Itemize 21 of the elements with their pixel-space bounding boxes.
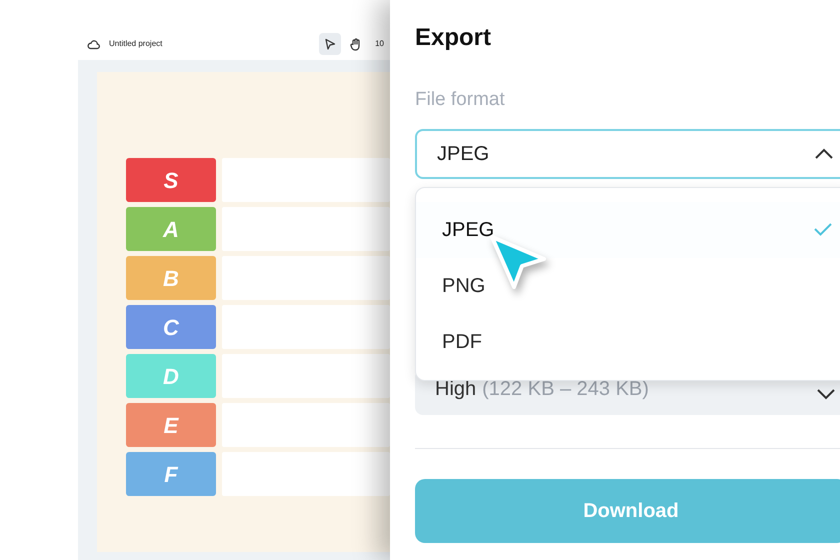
tier-label: C	[126, 305, 216, 349]
tier-label: E	[126, 403, 216, 447]
project-title: Untitled project	[109, 38, 162, 50]
panel-title: Export	[415, 24, 492, 52]
tier-label: S	[126, 158, 216, 202]
quality-size: (122 KB – 243 KB)	[482, 376, 649, 402]
tier-label: D	[126, 354, 216, 398]
tier-label: A	[126, 207, 216, 251]
pointer-icon	[324, 38, 336, 50]
hand-icon	[350, 38, 362, 50]
quality-value: High	[435, 376, 476, 402]
tool-button[interactable]	[319, 33, 342, 55]
zoom-level: 10	[375, 38, 384, 50]
file-format-select[interactable]: JPEG	[415, 128, 840, 178]
tier-label: B	[126, 256, 216, 300]
cloud-icon	[87, 38, 100, 50]
chevron-icon	[817, 388, 835, 400]
check-icon	[814, 223, 832, 236]
chevron-icon	[815, 148, 833, 159]
field-label: File format	[415, 88, 506, 112]
tier-label: F	[126, 452, 216, 496]
